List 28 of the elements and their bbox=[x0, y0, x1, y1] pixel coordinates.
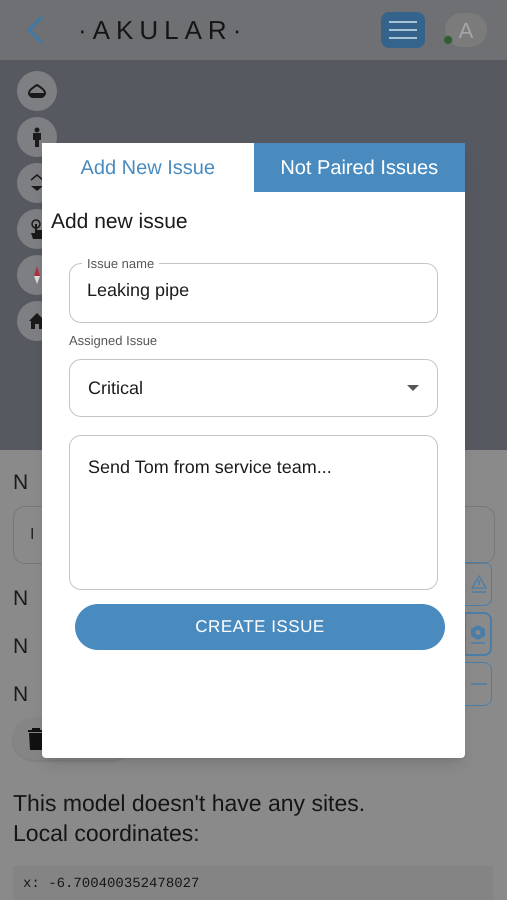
field-label: Issue name bbox=[86, 256, 156, 272]
touch-icon bbox=[29, 219, 45, 239]
coordinate-text: x: -6.700400352478027 bbox=[23, 875, 200, 894]
section-label: N bbox=[13, 682, 28, 708]
logo: ·AKULAR· bbox=[78, 14, 248, 46]
severity-dropdown[interactable]: Critical bbox=[69, 359, 438, 417]
caret-icon bbox=[407, 385, 419, 391]
coordinates-title: Local coordinates: bbox=[13, 819, 201, 848]
drop-icon bbox=[28, 84, 46, 98]
description-field[interactable]: Send Tom from service team... bbox=[69, 435, 438, 590]
menu-icon bbox=[388, 20, 418, 40]
field-value: Leaking pipe bbox=[86, 278, 190, 302]
hexagon-icon bbox=[470, 624, 486, 644]
section-label: N bbox=[13, 586, 28, 612]
warning-icon bbox=[471, 574, 487, 594]
dialog-tab[interactable]: Not Paired Issues bbox=[254, 143, 465, 192]
minus-icon bbox=[471, 682, 487, 686]
up-down-icon bbox=[29, 173, 45, 193]
person-icon bbox=[30, 127, 44, 147]
dialog-tab[interactable]: Add New Issue bbox=[42, 143, 254, 192]
create-issue-button[interactable]: CREATE ISSUE bbox=[75, 604, 445, 650]
trash-icon[interactable] bbox=[27, 728, 45, 750]
section-label: N bbox=[13, 634, 28, 660]
menu-button[interactable] bbox=[381, 12, 425, 48]
message-text: This model doesn't have any sites. bbox=[13, 789, 366, 818]
dialog-title: Add new issue bbox=[51, 209, 189, 235]
assigned-issue-label: Assigned Issue bbox=[69, 332, 158, 350]
section-label: N bbox=[13, 470, 28, 496]
